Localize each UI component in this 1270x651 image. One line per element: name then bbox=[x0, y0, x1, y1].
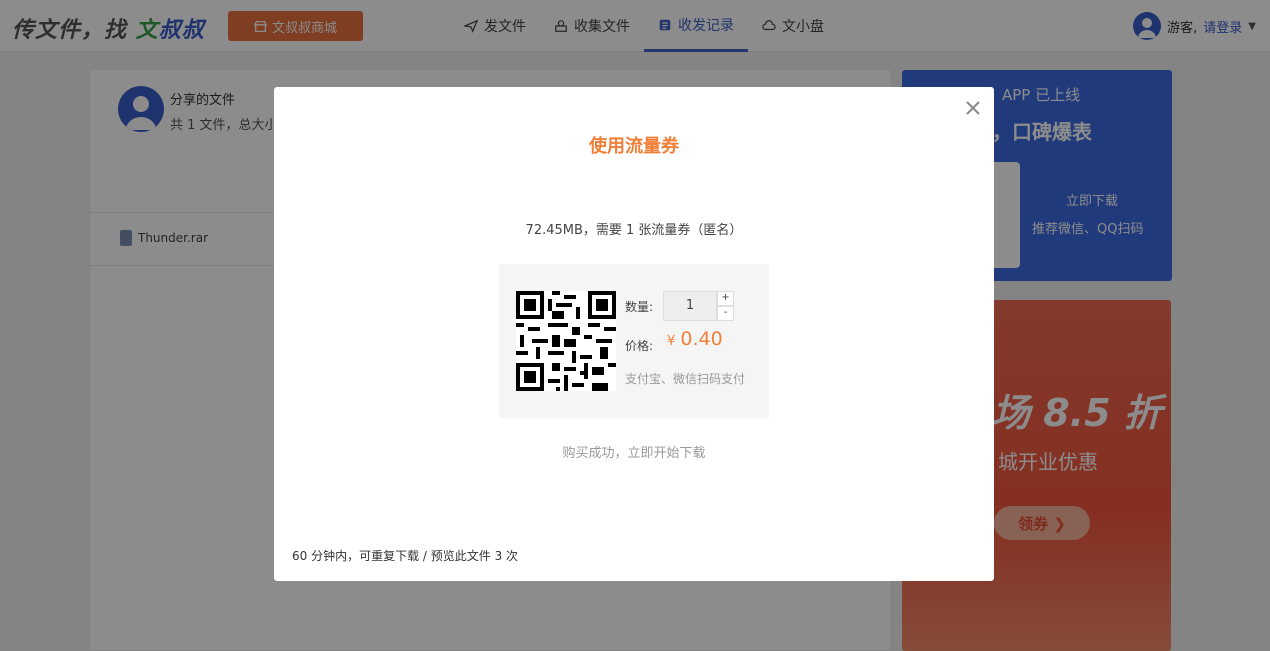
price-label: 价格: bbox=[625, 339, 654, 353]
traffic-voucher-modal: 使用流量券 72.45MB，需要 1 张流量券（匿名） 数量: 1 + - 价格… bbox=[274, 87, 994, 581]
purchase-status: 购买成功，立即开始下载 bbox=[562, 446, 706, 461]
close-icon[interactable] bbox=[962, 97, 984, 119]
modal-title: 使用流量券 bbox=[589, 136, 679, 157]
currency-symbol: ¥ bbox=[667, 334, 676, 349]
payment-qr-code bbox=[516, 291, 616, 391]
quantity-input[interactable]: 1 bbox=[663, 291, 717, 321]
payment-box: 数量: 1 + - 价格: ¥ 0.40 支付宝、微信扫码支付 bbox=[499, 264, 769, 418]
price-amount: 0.40 bbox=[680, 328, 723, 350]
download-limit-note: 60 分钟内，可重复下载 / 预览此文件 3 次 bbox=[292, 549, 519, 563]
modal-description: 72.45MB，需要 1 张流量券（匿名） bbox=[525, 223, 743, 238]
price-value: ¥ 0.40 bbox=[667, 328, 723, 350]
quantity-label: 数量: bbox=[625, 300, 654, 314]
quantity-decrement-button[interactable]: - bbox=[717, 306, 734, 321]
payment-methods: 支付宝、微信扫码支付 bbox=[625, 372, 746, 386]
quantity-increment-button[interactable]: + bbox=[717, 291, 734, 306]
